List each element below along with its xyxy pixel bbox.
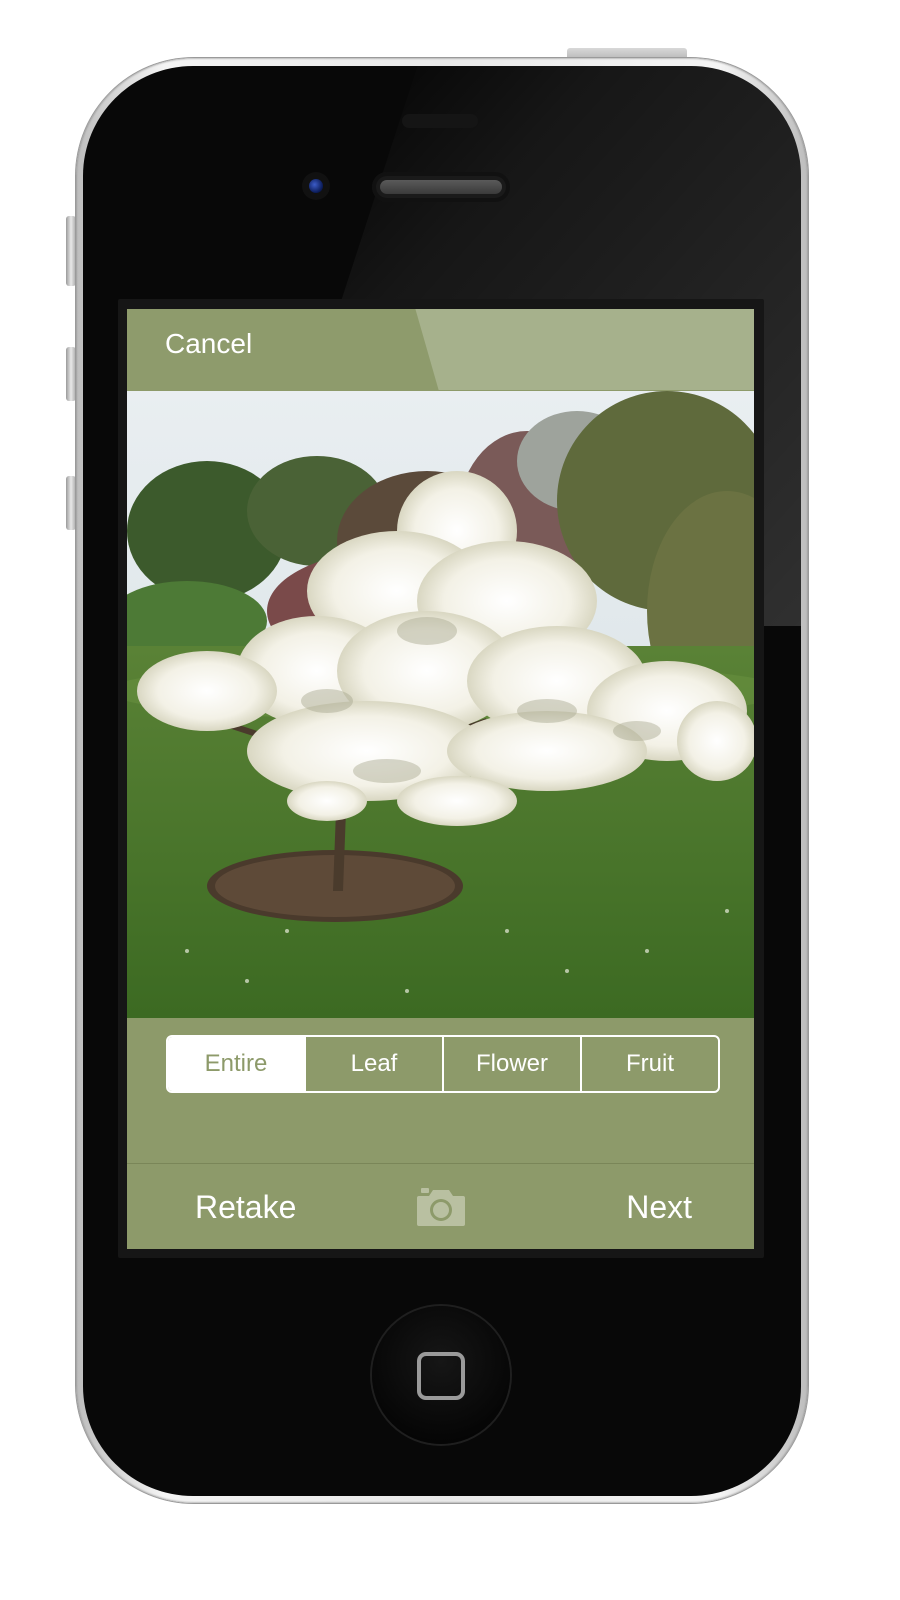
home-button[interactable] — [372, 1306, 510, 1444]
front-camera-icon — [302, 172, 330, 200]
captured-photo — [127, 391, 754, 1018]
segment-fruit[interactable]: Fruit — [580, 1037, 718, 1091]
segment-leaf[interactable]: Leaf — [304, 1037, 442, 1091]
cancel-button[interactable]: Cancel — [165, 327, 252, 361]
part-segmented-control: Entire Leaf Flower Fruit — [166, 1035, 720, 1093]
next-button[interactable]: Next — [626, 1187, 692, 1227]
retake-button[interactable]: Retake — [195, 1187, 296, 1227]
earpiece-speaker — [372, 172, 510, 202]
canvas: Cancel Entire Leaf Flower Fruit Retake N… — [0, 0, 900, 1600]
toolbar-divider — [127, 1163, 754, 1164]
camera-icon[interactable] — [415, 1186, 467, 1228]
segment-flower[interactable]: Flower — [442, 1037, 580, 1091]
home-square-icon — [417, 1352, 465, 1400]
navigation-bar: Cancel — [127, 309, 754, 390]
proximity-sensor — [402, 114, 478, 128]
mute-switch — [66, 216, 76, 286]
volume-down-button — [66, 476, 76, 530]
segment-entire[interactable]: Entire — [168, 1037, 304, 1091]
nav-bar-sheen — [415, 309, 754, 390]
flowering-tree-photo — [127, 391, 754, 1018]
app-screen: Cancel Entire Leaf Flower Fruit Retake N… — [127, 309, 754, 1249]
power-button — [567, 48, 687, 58]
volume-up-button — [66, 347, 76, 401]
